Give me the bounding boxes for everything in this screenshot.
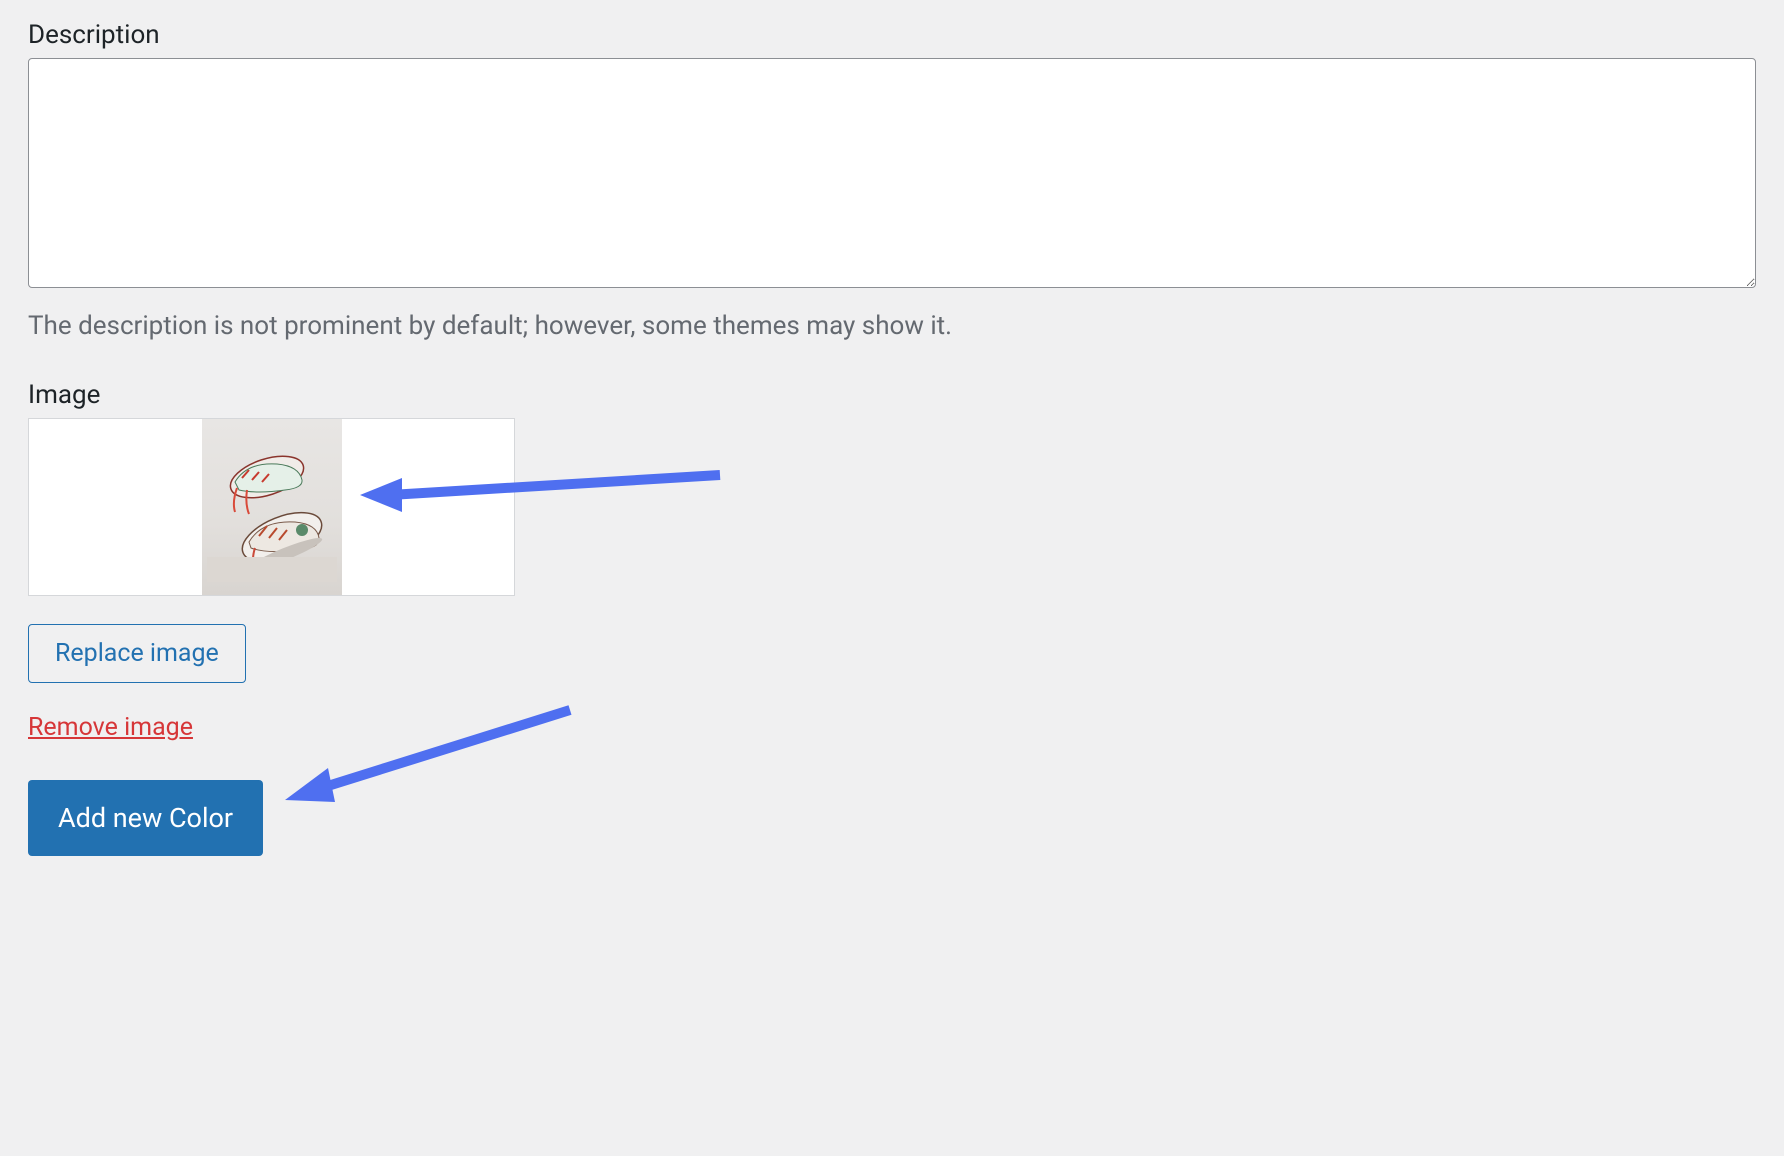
description-label: Description (28, 20, 1756, 50)
image-field: Image Replace image Remove image (28, 380, 1756, 856)
image-label: Image (28, 380, 1756, 410)
image-thumbnail (202, 419, 342, 595)
remove-image-link[interactable]: Remove image (28, 713, 193, 742)
description-input[interactable] (28, 58, 1756, 288)
image-preview[interactable] (28, 418, 515, 596)
replace-image-button[interactable]: Replace image (28, 624, 246, 683)
description-field: Description The description is not promi… (28, 20, 1756, 344)
add-new-color-button[interactable]: Add new Color (28, 780, 263, 856)
sneaker-icon (207, 432, 337, 582)
description-help-text: The description is not prominent by defa… (28, 308, 1756, 344)
